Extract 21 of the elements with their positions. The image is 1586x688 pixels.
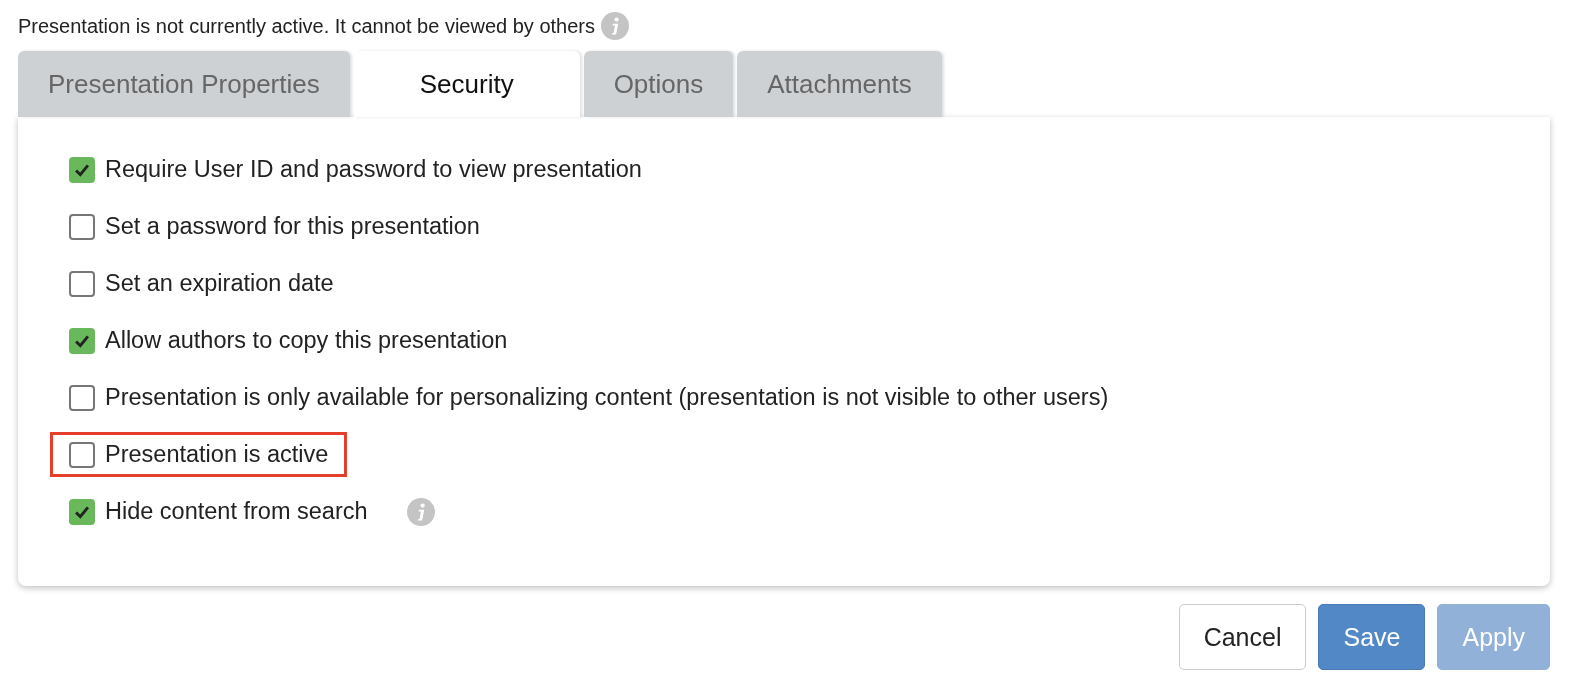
option-label: Presentation is only available for personalizing content (presentation is not visible to other users) <box>105 384 1109 411</box>
option-label: Hide content from search <box>105 498 368 525</box>
option-label: Require User ID and password to view presentation <box>105 156 642 183</box>
tab[interactable]: Options <box>583 51 734 117</box>
option-label: Allow authors to copy this presentation <box>105 327 508 354</box>
primary-button[interactable]: Save <box>1318 604 1426 670</box>
checkbox[interactable] <box>69 270 95 297</box>
button[interactable]: Cancel <box>1178 604 1307 670</box>
tab[interactable]: Attachments <box>737 51 942 117</box>
status-message: Presentation is not currently active. It cannot be viewed by others <box>18 14 595 38</box>
checkbox[interactable] <box>69 384 95 411</box>
checkbox[interactable] <box>69 213 95 240</box>
tab[interactable]: Presentation Properties <box>18 51 350 117</box>
checkbox[interactable] <box>69 327 95 354</box>
option-label: Set a password for this presentation <box>105 213 480 240</box>
checkbox[interactable] <box>69 156 95 183</box>
tab[interactable]: Security <box>353 51 580 117</box>
option-label: Set an expiration date <box>105 270 334 297</box>
checkbox[interactable] <box>69 498 95 525</box>
option-label: Presentation is active <box>105 441 329 468</box>
checkbox[interactable] <box>69 441 95 468</box>
